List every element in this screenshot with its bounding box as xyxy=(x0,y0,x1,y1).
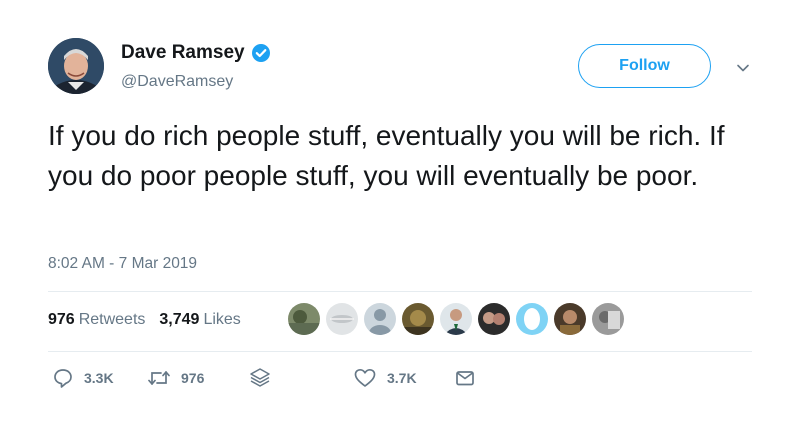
direct-message-button[interactable] xyxy=(454,367,476,389)
liker-avatar[interactable] xyxy=(364,303,396,335)
liker-avatar[interactable] xyxy=(288,303,320,335)
verified-badge-icon xyxy=(251,43,271,63)
like-button[interactable]: 3.7K xyxy=(353,367,417,389)
liker-avatar[interactable] xyxy=(402,303,434,335)
retweet-button[interactable]: 976 xyxy=(147,367,204,389)
liker-avatar[interactable] xyxy=(440,303,472,335)
retweet-count: 976 xyxy=(181,370,205,386)
avatar[interactable] xyxy=(48,38,104,94)
likes-label: Likes xyxy=(203,311,241,328)
chevron-down-icon[interactable] xyxy=(735,60,751,76)
follow-button[interactable]: Follow xyxy=(578,44,711,88)
retweet-icon xyxy=(147,367,171,389)
display-name[interactable]: Dave Ramsey xyxy=(121,42,245,64)
retweets-label: Retweets xyxy=(78,311,146,328)
liker-avatar[interactable] xyxy=(554,303,586,335)
heart-icon xyxy=(353,367,377,389)
divider xyxy=(48,291,752,292)
user-name-row: Dave Ramsey xyxy=(121,42,271,64)
liker-avatar[interactable] xyxy=(478,303,510,335)
liker-avatar[interactable] xyxy=(592,303,624,335)
engagement-stats: 976 Retweets 3,749 Likes xyxy=(48,311,241,329)
liker-avatars xyxy=(288,303,624,335)
liker-avatar[interactable] xyxy=(326,303,358,335)
likes-stat[interactable]: 3,749 Likes xyxy=(159,311,240,329)
user-handle[interactable]: @DaveRamsey xyxy=(121,73,233,91)
liker-avatar[interactable] xyxy=(516,303,548,335)
like-count: 3.7K xyxy=(387,370,417,386)
envelope-icon xyxy=(454,367,476,389)
divider xyxy=(48,351,752,352)
stack-icon xyxy=(248,367,272,389)
reply-count: 3.3K xyxy=(84,370,114,386)
action-bar: 3.3K 976 3.7K xyxy=(48,367,752,397)
retweets-count: 976 xyxy=(48,311,75,328)
reply-icon xyxy=(52,367,74,389)
retweets-stat[interactable]: 976 Retweets xyxy=(48,311,145,329)
likes-count: 3,749 xyxy=(159,311,200,328)
reply-button[interactable]: 3.3K xyxy=(52,367,114,389)
stack-button[interactable] xyxy=(248,367,272,389)
timestamp[interactable]: 8:02 AM - 7 Mar 2019 xyxy=(48,255,197,273)
tweet-text: If you do rich people stuff, eventually … xyxy=(48,120,725,191)
